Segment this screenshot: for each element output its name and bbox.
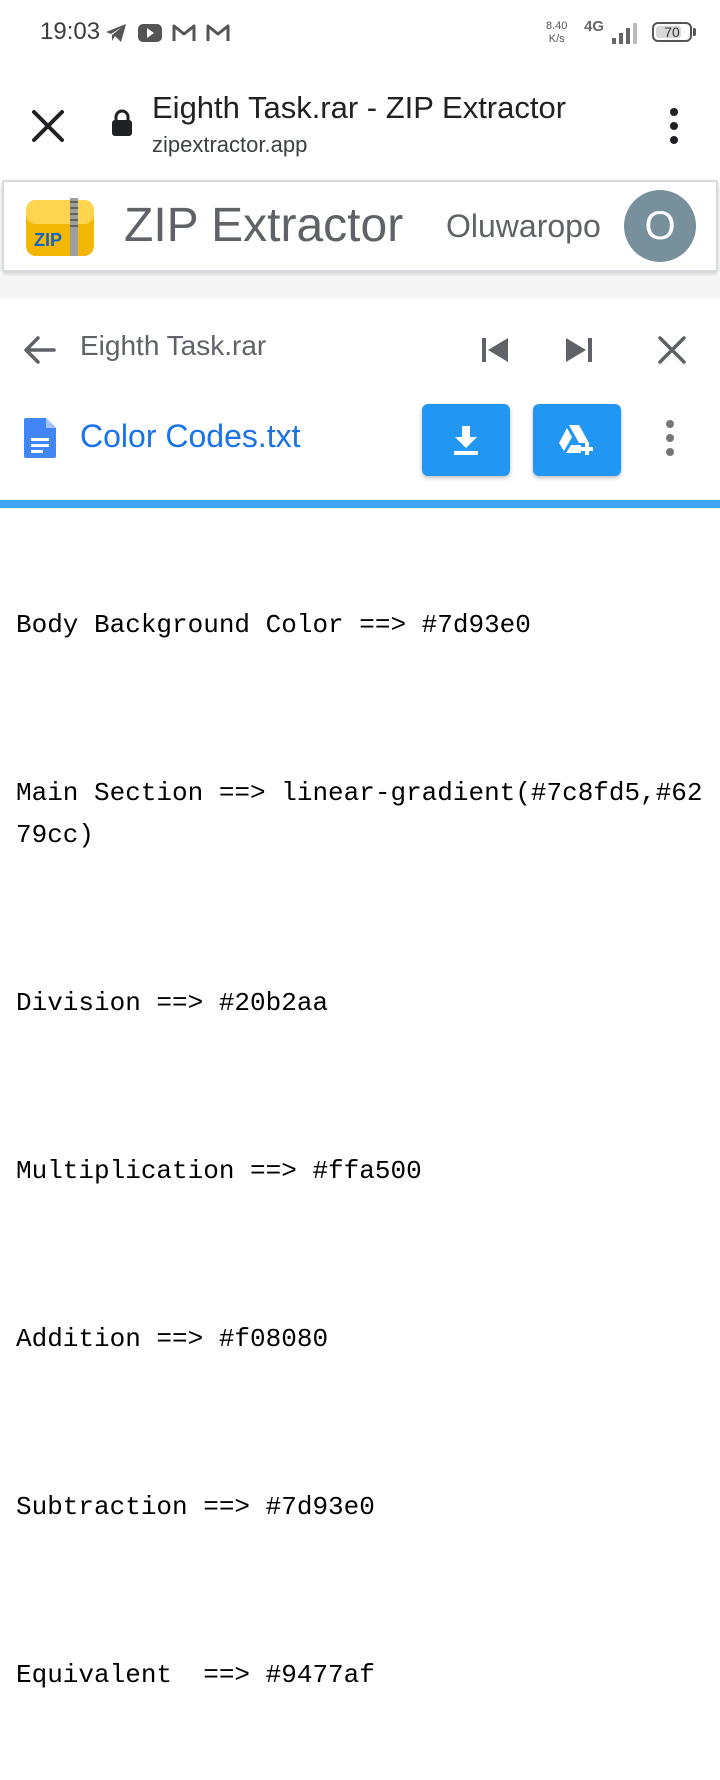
file-line: Equivalent ==> #9477af [16, 1660, 375, 1690]
file-line: Main Section ==> linear-gradient(#7c8fd5… [16, 778, 703, 850]
zip-extractor-logo: ZIP [26, 198, 94, 256]
save-to-drive-button[interactable] [533, 404, 621, 476]
progress-bar [0, 500, 720, 508]
drive-add-icon [559, 425, 593, 455]
divider [0, 276, 720, 298]
more-vert-icon[interactable] [662, 104, 686, 148]
skip-next-icon[interactable] [558, 330, 598, 370]
lock-icon[interactable] [110, 108, 134, 138]
avatar[interactable]: O [624, 190, 696, 262]
svg-text:ZIP: ZIP [34, 230, 62, 250]
battery-icon: 70 [652, 22, 692, 42]
youtube-icon [138, 24, 162, 42]
signal-icon [612, 23, 637, 44]
gmail-icon [172, 24, 196, 41]
close-icon[interactable] [652, 330, 692, 370]
page-url[interactable]: zipextractor.app [152, 132, 307, 158]
file-line: Body Background Color ==> #7d93e0 [16, 610, 531, 640]
close-icon[interactable] [26, 104, 70, 148]
skip-previous-icon[interactable] [476, 330, 516, 370]
arrow-back-icon[interactable] [20, 330, 60, 370]
telegram-icon [106, 24, 126, 42]
file-line: Division ==> #20b2aa [16, 988, 329, 1018]
network-type: 4G [584, 18, 605, 35]
user-name[interactable]: Oluwaropo [446, 208, 601, 245]
app-title: ZIP Extractor [124, 199, 404, 252]
file-name[interactable]: Color Codes.txt [80, 418, 301, 455]
battery-level: 70 [664, 24, 680, 40]
browser-toolbar: Eighth Task.rar - ZIP Extractor zipextra… [0, 68, 720, 180]
file-line: Addition ==> #f08080 [16, 1324, 329, 1354]
page-title: Eighth Task.rar - ZIP Extractor [152, 90, 567, 125]
file-line: Subtraction ==> #7d93e0 [16, 1492, 375, 1522]
download-button[interactable] [422, 404, 510, 476]
archive-name: Eighth Task.rar [80, 330, 267, 361]
status-bar: 19:03 8.40 K/s 4G 70 [0, 0, 720, 68]
file-line: Multiplication ==> #ffa500 [16, 1156, 422, 1186]
gmail-icon [206, 24, 230, 41]
app-header: ZIP ZIP Extractor Oluwaropo O [2, 180, 718, 272]
network-speed: 8.40 K/s [546, 20, 568, 45]
file-toolbar: Eighth Task.rar Color Codes.txt [0, 298, 720, 500]
document-icon [24, 418, 56, 458]
status-time: 19:03 [40, 18, 101, 45]
download-icon [454, 426, 478, 455]
file-content: Body Background Color ==> #7d93e0 Main S… [16, 520, 706, 1780]
more-vert-icon[interactable] [660, 416, 680, 460]
